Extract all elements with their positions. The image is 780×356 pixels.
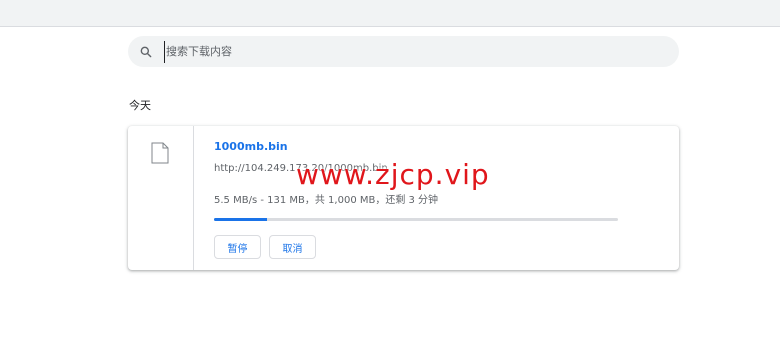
search-input[interactable] xyxy=(164,40,648,63)
search-bar[interactable] xyxy=(128,36,679,67)
download-progress-bar xyxy=(214,218,618,221)
date-header: 今天 xyxy=(129,99,151,112)
watermark-text: www.zjcp.vip xyxy=(296,158,490,191)
search-icon xyxy=(140,46,152,57)
cancel-button[interactable]: 取消 xyxy=(269,235,316,259)
download-card: 1000mb.bin http://104.249.173.20/1000mb.… xyxy=(128,126,679,270)
download-progress-fill xyxy=(214,218,267,221)
pause-button[interactable]: 暂停 xyxy=(214,235,261,259)
file-icon xyxy=(151,142,169,164)
download-progress-text: 5.5 MB/s - 131 MB，共 1,000 MB，还剩 3 分钟 xyxy=(214,195,439,206)
file-name-link[interactable]: 1000mb.bin xyxy=(214,140,288,153)
file-icon-column xyxy=(128,126,194,270)
top-toolbar xyxy=(0,0,780,27)
